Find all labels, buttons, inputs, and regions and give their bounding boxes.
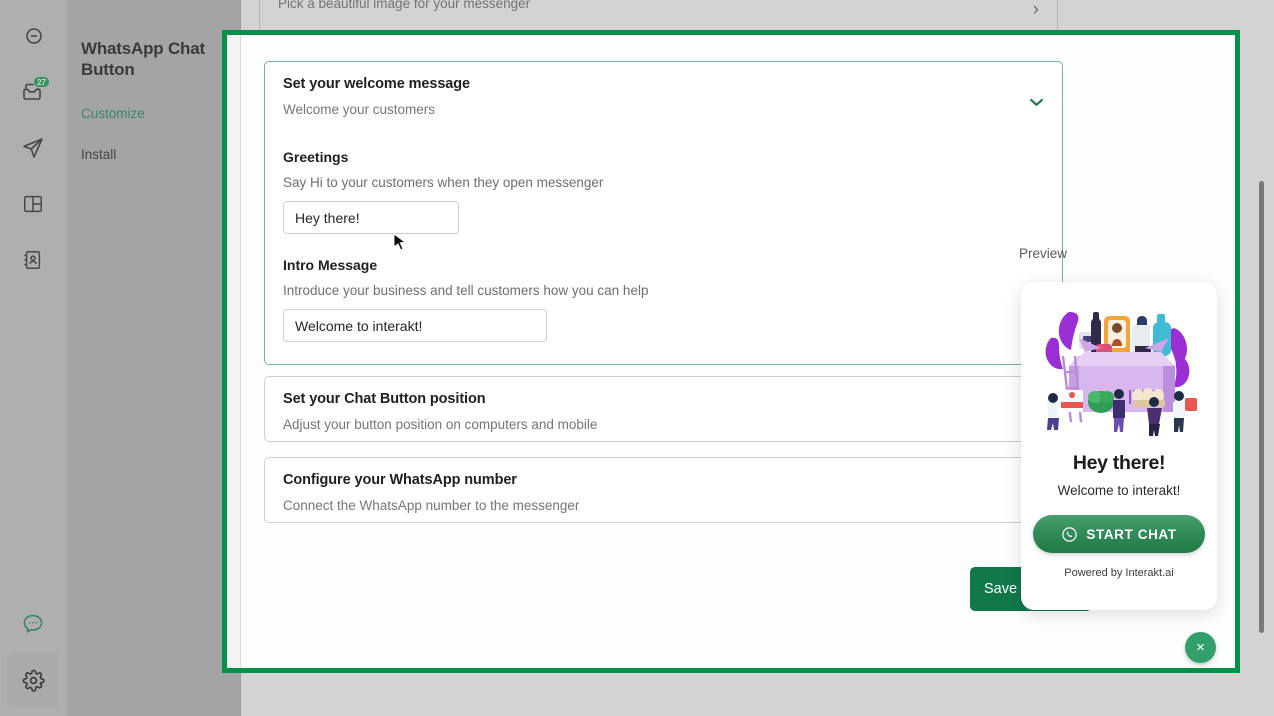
- powered-by-label: Powered by Interakt.ai: [1064, 567, 1174, 579]
- whatsapp-icon: [1062, 526, 1078, 542]
- card-whatsapp-number-subtitle: Connect the WhatsApp number to the messe…: [283, 498, 580, 513]
- sidebar-item-customize[interactable]: Customize: [81, 106, 226, 121]
- card-background-image-subtitle: Pick a beautiful image for your messenge…: [278, 0, 531, 11]
- card-whatsapp-number-header[interactable]: Configure your WhatsApp number Connect t…: [265, 458, 1062, 527]
- chevron-down-icon[interactable]: [1029, 98, 1044, 107]
- shopping-box-illustration: [1045, 312, 1197, 436]
- card-welcome-message[interactable]: Set your welcome message Welcome your cu…: [264, 61, 1063, 365]
- send-icon[interactable]: [7, 120, 59, 176]
- card-welcome-message-subtitle: Welcome your customers: [283, 102, 436, 117]
- preview-heading: Hey there!: [1072, 452, 1166, 474]
- card-welcome-message-body: Greetings Say Hi to your customers when …: [265, 131, 1062, 364]
- person-right-2: [1173, 391, 1197, 432]
- intro-message-label: Intro Message: [283, 257, 378, 273]
- intro-message-help-text: Introduce your business and tell custome…: [283, 283, 649, 298]
- mouse-cursor: [393, 233, 407, 251]
- card-chat-button-position[interactable]: Set your Chat Button position Adjust you…: [264, 376, 1063, 442]
- chat-widget-icon[interactable]: [7, 596, 59, 652]
- card-welcome-message-title: Set your welcome message: [283, 76, 470, 92]
- card-welcome-message-header[interactable]: Set your welcome message Welcome your cu…: [265, 62, 1062, 131]
- page-title: WhatsApp Chat Button: [81, 39, 205, 79]
- intro-message-input[interactable]: [283, 309, 547, 342]
- card-chat-button-position-subtitle: Adjust your button position on computers…: [283, 417, 598, 432]
- greetings-label: Greetings: [283, 149, 349, 165]
- settings-gear-icon[interactable]: [7, 652, 59, 708]
- dashboard-icon[interactable]: [7, 176, 59, 232]
- app-root: 27 WhatsApp Chat Button Customize Instal…: [0, 0, 1274, 716]
- preview-label: Preview: [1019, 246, 1068, 261]
- card-chat-button-position-title: Set your Chat Button position: [283, 391, 486, 407]
- greetings-input[interactable]: [283, 201, 459, 234]
- chat-widget-preview: Hey there! Welcome to interakt! START CH…: [1021, 282, 1217, 610]
- person-left: [1047, 393, 1059, 430]
- start-chat-label: START CHAT: [1086, 526, 1177, 542]
- greetings-help-text: Say Hi to your customers when they open …: [283, 175, 604, 190]
- left-icon-rail: 27: [0, 0, 67, 716]
- person-mid: [1113, 389, 1125, 432]
- card-chat-button-position-header[interactable]: Set your Chat Button position Adjust you…: [265, 377, 1062, 446]
- close-widget-button[interactable]: ×: [1185, 632, 1216, 663]
- chevron-right-icon: ›: [1032, 0, 1039, 20]
- sidebar-item-install[interactable]: Install: [81, 147, 226, 162]
- spotlight-left-gutter: [227, 35, 241, 668]
- section-sidebar: WhatsApp Chat Button Customize Install: [67, 0, 241, 716]
- inbox-badge: 27: [33, 76, 50, 88]
- rail-top-group: 27: [7, 0, 59, 288]
- rail-bottom-group: [7, 596, 59, 716]
- contacts-icon[interactable]: [7, 232, 59, 288]
- page-scrollbar-thumb[interactable]: [1259, 181, 1264, 633]
- card-whatsapp-number-title: Configure your WhatsApp number: [283, 472, 517, 488]
- inbox-icon[interactable]: 27: [7, 64, 59, 120]
- preview-subheading: Welcome to interakt!: [1057, 483, 1181, 498]
- brand-logo-icon[interactable]: [7, 8, 59, 64]
- card-whatsapp-number[interactable]: Configure your WhatsApp number Connect t…: [264, 457, 1063, 523]
- start-chat-button[interactable]: START CHAT: [1033, 515, 1205, 553]
